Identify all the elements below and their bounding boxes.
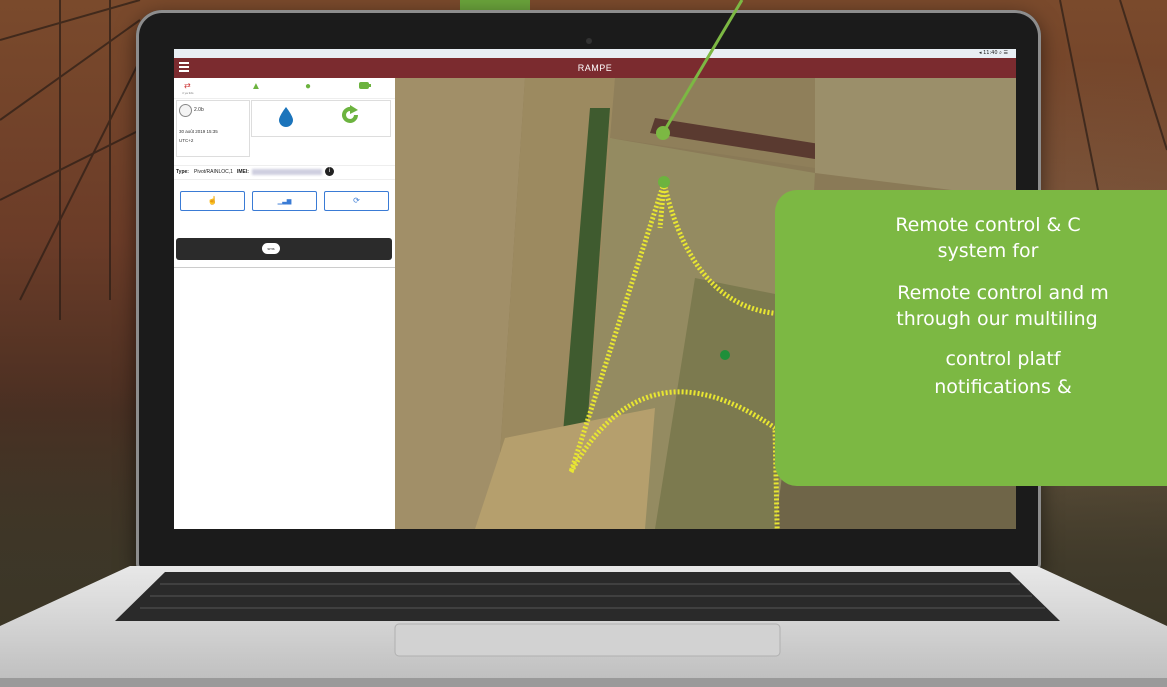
callout-line-2: system for [937, 240, 1039, 262]
laptop-base [0, 566, 1167, 687]
sms-label: sms [267, 246, 275, 251]
device-type-row: Type: Pivot/RAINLOC,1 IMEI: i [174, 165, 395, 180]
feature-callout-box: Remote control & C system for Remote con… [775, 190, 1167, 486]
refresh-small-icon: ⟳ [353, 196, 360, 205]
pivot-head-marker[interactable] [658, 176, 670, 188]
pivot-center-marker[interactable] [720, 350, 730, 360]
callout-line-3: Remote control and m [897, 282, 1109, 304]
refresh-button[interactable]: ⟳ [324, 191, 389, 211]
sms-icon[interactable]: sms [262, 243, 280, 254]
type-label: Type: [176, 169, 189, 175]
imei-value-blurred [252, 169, 322, 175]
callout-line [656, 0, 744, 140]
info-icon[interactable]: i [325, 167, 334, 176]
type-value: Pivot/RAINLOC,1 [194, 169, 233, 175]
imei-label: IMEI: [237, 169, 249, 175]
manual-control-button[interactable]: ☝ [180, 191, 245, 211]
sidebar-divider [174, 267, 395, 268]
callout-line-6: notifications & [934, 376, 1072, 398]
callout-line-4: through our multiling [896, 308, 1098, 330]
sms-tab-bar[interactable]: sms [176, 238, 392, 260]
hand-pointer-icon: ☝ [207, 196, 218, 205]
callout-line-1: Remote control & C [895, 214, 1081, 236]
trackpad [394, 623, 781, 657]
callout-line-5: control platf [945, 348, 1061, 370]
stats-button[interactable]: ▁▃▆ [252, 191, 317, 211]
bar-chart-icon: ▁▃▆ [277, 199, 292, 205]
